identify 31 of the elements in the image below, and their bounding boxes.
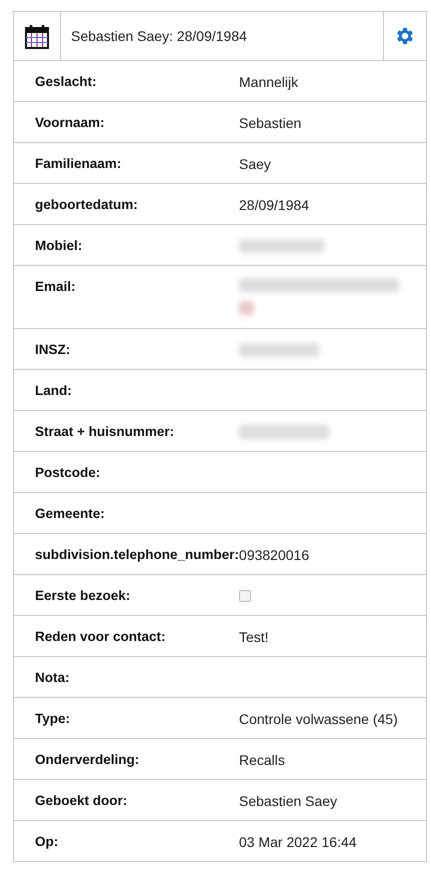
field-label: Gemeente:	[34, 506, 106, 521]
field-label: Reden voor contact:	[34, 629, 167, 644]
field-label: Geboekt door:	[34, 793, 128, 808]
field-label: Eerste bezoek:	[34, 588, 132, 603]
appointment-title: Sebastien Saey: 28/09/1984	[71, 28, 247, 44]
field-label: Mobiel:	[34, 238, 84, 253]
field-value: Recalls	[239, 752, 285, 768]
field-value: Saey	[239, 156, 271, 172]
calendar-icon[interactable]	[25, 24, 49, 48]
field-value: Sebastien Saey	[239, 793, 338, 809]
field-value: Controle volwassene (45)	[239, 711, 398, 727]
field-label: Nota:	[34, 670, 70, 685]
field-label: Straat + huisnummer:	[34, 424, 176, 439]
field-label: Email:	[34, 279, 77, 294]
field-value: 03 Mar 2022 16:44	[239, 834, 357, 850]
field-value: Test!	[239, 629, 269, 645]
field-label: INSZ:	[34, 342, 72, 357]
field-value: 28/09/1984	[239, 197, 310, 213]
field-label: Voornaam:	[34, 115, 106, 130]
field-label: Onderverdeling:	[34, 752, 140, 767]
field-value: Mannelijk	[239, 74, 298, 90]
field-label: Land:	[34, 383, 73, 398]
field-label: subdivision.telephone_number:	[34, 547, 240, 562]
field-label: geboortedatum:	[34, 197, 139, 212]
field-label: Op:	[34, 834, 60, 849]
field-label: Postcode:	[34, 465, 102, 480]
field-label: Type:	[34, 711, 72, 726]
field-value: Sebastien	[239, 115, 302, 131]
field-label: Familienaam:	[34, 156, 122, 171]
field-label: Geslacht:	[34, 74, 98, 89]
field-value: 093820016	[239, 547, 310, 563]
